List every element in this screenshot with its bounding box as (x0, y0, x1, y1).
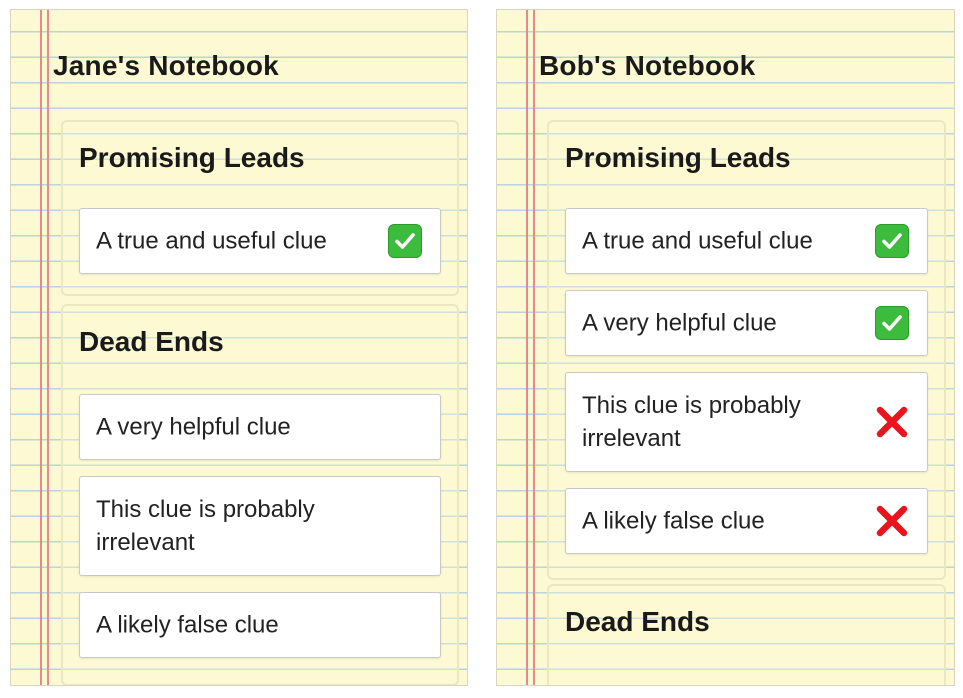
clue-card[interactable]: A very helpful clue (79, 394, 441, 460)
section-title: Dead Ends (79, 326, 224, 357)
section-dead-ends[interactable]: Dead Ends A very helpful clue This clue … (61, 304, 459, 685)
clue-text: A likely false clue (582, 507, 765, 535)
cross-mark-icon (875, 405, 909, 439)
section-promising-leads[interactable]: Promising Leads A true and useful clue A… (547, 120, 946, 580)
clue-card[interactable]: This clue is probably irrelevant (79, 476, 441, 576)
section-dead-ends[interactable]: Dead Ends (547, 584, 946, 685)
section-title: Promising Leads (565, 142, 791, 173)
clue-card[interactable]: A true and useful clue (79, 208, 441, 274)
section-promising-leads[interactable]: Promising Leads A true and useful clue (61, 120, 459, 296)
notebook-title: Bob's Notebook (539, 50, 756, 81)
margin-line (526, 10, 528, 685)
check-mark-icon (388, 224, 422, 258)
clue-text: A very helpful clue (96, 413, 291, 441)
notebook-jane: Jane's Notebook Promising Leads A true a… (10, 9, 468, 686)
clue-text: This clue is probably irrelevant (582, 392, 801, 452)
clue-text: A likely false clue (96, 611, 279, 639)
notebook-bob: Bob's Notebook Promising Leads A true an… (496, 9, 955, 686)
clue-card[interactable]: This clue is probably irrelevant (565, 372, 928, 472)
clue-text: A true and useful clue (582, 227, 813, 255)
clue-card[interactable]: A likely false clue (79, 592, 441, 658)
cross-mark-icon (875, 504, 909, 538)
clue-card[interactable]: A likely false clue (565, 488, 928, 554)
margin-line (47, 10, 49, 685)
check-mark-icon (875, 224, 909, 258)
check-mark-icon (875, 306, 909, 340)
clue-text: A very helpful clue (582, 309, 777, 337)
notebook-title: Jane's Notebook (53, 50, 279, 81)
section-title: Dead Ends (565, 606, 710, 637)
clue-text: A true and useful clue (96, 227, 327, 255)
margin-line (533, 10, 535, 685)
margin-line (40, 10, 42, 685)
clue-card[interactable]: A true and useful clue (565, 208, 928, 274)
clue-card[interactable]: A very helpful clue (565, 290, 928, 356)
section-title: Promising Leads (79, 142, 305, 173)
clue-text: This clue is probably irrelevant (96, 496, 315, 556)
